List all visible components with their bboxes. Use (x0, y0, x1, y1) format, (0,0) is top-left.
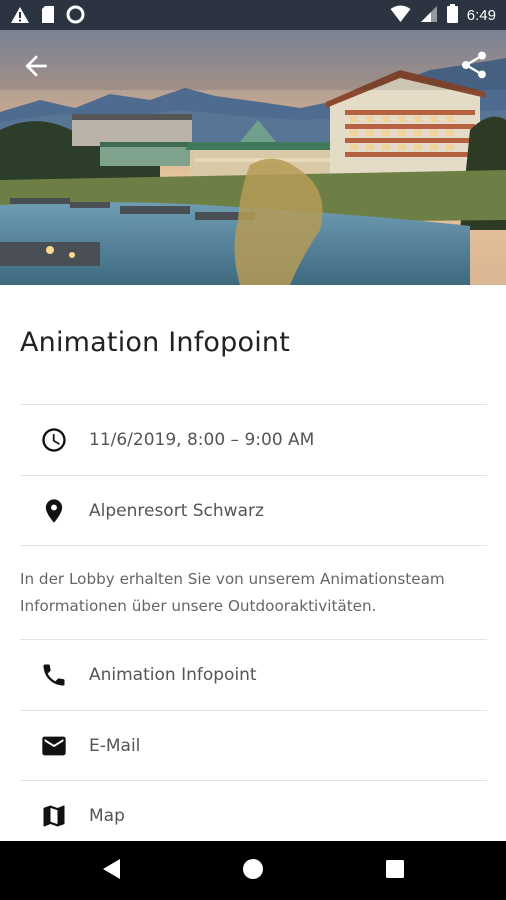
system-nav-bar (0, 841, 506, 900)
back-triangle-icon (101, 858, 123, 884)
warning-icon (10, 6, 30, 28)
nav-recents-button[interactable] (365, 841, 425, 900)
phone-action-row[interactable]: Animation Infopoint (20, 640, 487, 710)
battery-icon (446, 4, 458, 27)
location-row[interactable]: Alpenresort Schwarz (20, 476, 487, 546)
sync-circle-icon (66, 5, 85, 28)
arrow-back-icon (20, 55, 52, 86)
cell-signal-icon (420, 5, 438, 27)
divider (20, 545, 487, 546)
status-bar: 6:49 (0, 0, 506, 30)
nav-home-button[interactable] (223, 841, 283, 900)
email-action-label: E-Mail (89, 736, 141, 756)
share-button[interactable] (458, 49, 490, 81)
datetime-row: 11/6/2019, 8:00 – 9:00 AM (20, 405, 487, 475)
nav-back-button[interactable] (82, 841, 142, 900)
share-icon (458, 51, 490, 85)
email-action-row[interactable]: E-Mail (20, 711, 487, 781)
event-datetime: 11/6/2019, 8:00 – 9:00 AM (89, 430, 315, 450)
event-description: In der Lobby erhalten Sie von unserem An… (20, 570, 445, 615)
map-action-label: Map (89, 806, 125, 826)
home-circle-icon (241, 857, 265, 885)
back-button[interactable] (20, 50, 52, 82)
clock-time: 6:49 (466, 7, 496, 24)
email-icon (40, 732, 68, 760)
recents-square-icon (385, 859, 405, 883)
phone-icon (40, 661, 68, 689)
wifi-icon (390, 5, 411, 27)
sd-card-icon (40, 5, 56, 28)
page-title: Animation Infopoint (20, 327, 290, 358)
clock-icon (40, 426, 68, 454)
phone-action-label: Animation Infopoint (89, 665, 257, 685)
event-location: Alpenresort Schwarz (89, 501, 264, 521)
location-pin-icon (40, 497, 68, 525)
hero-image (0, 30, 506, 285)
map-icon (40, 802, 68, 830)
